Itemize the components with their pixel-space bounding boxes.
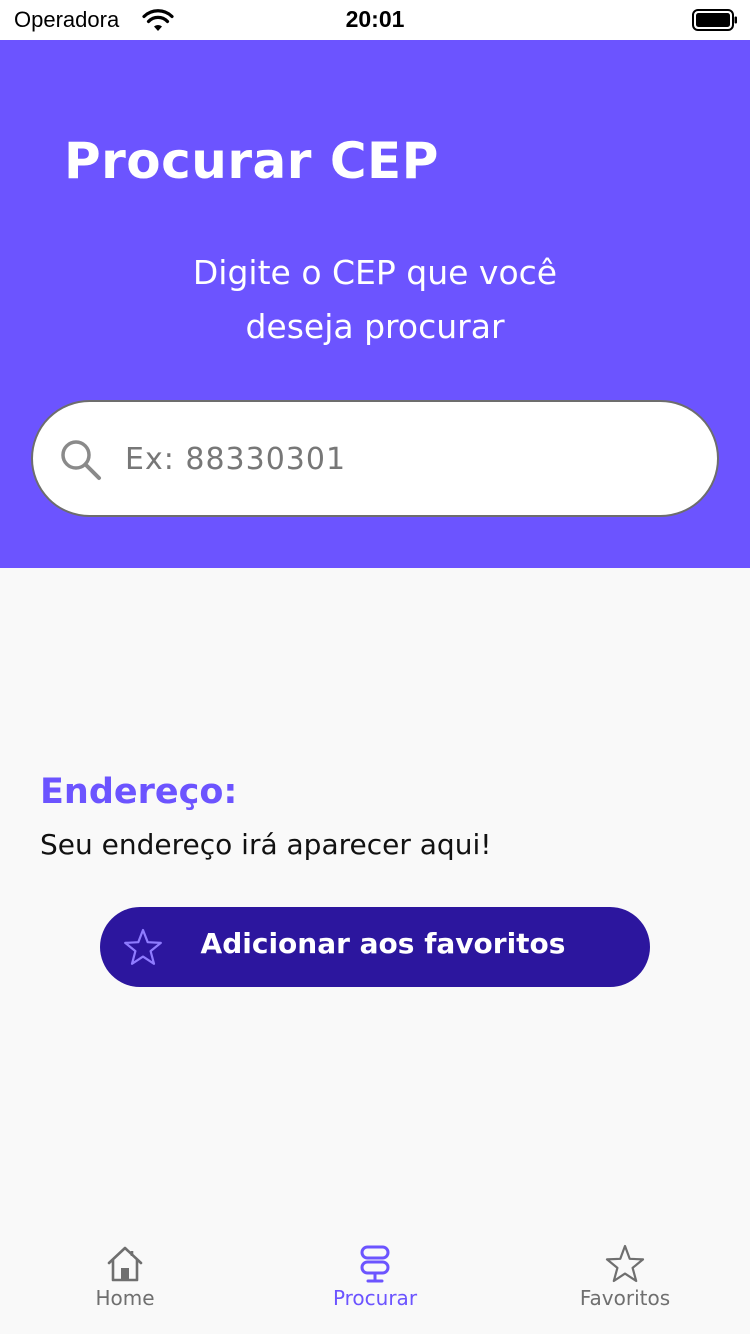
cep-input[interactable]	[125, 430, 685, 488]
nav-label-favoritos: Favoritos	[579, 1286, 671, 1310]
cep-search-box[interactable]	[31, 400, 719, 517]
add-to-favorites-label: Adicionar aos favoritos	[200, 927, 566, 960]
search-icon[interactable]	[59, 438, 103, 482]
home-icon	[107, 1246, 143, 1282]
address-result-text: Seu endereço irá aparecer aqui!	[40, 828, 492, 861]
address-heading: Endereço:	[40, 772, 238, 812]
signpost-icon	[360, 1245, 390, 1283]
star-outline-icon	[605, 1244, 645, 1283]
nav-item-home[interactable]: Home	[0, 1230, 250, 1334]
status-bar: Operadora 20:01	[0, 0, 750, 40]
nav-item-procurar[interactable]: Procurar	[250, 1230, 500, 1334]
clock: 20:01	[345, 6, 405, 32]
bottom-navigation: Home Procurar Favoritos	[0, 1230, 750, 1334]
nav-item-favoritos[interactable]: Favoritos	[500, 1230, 750, 1334]
add-to-favorites-button[interactable]: Adicionar aos favoritos	[100, 907, 650, 987]
page-title: Procurar CEP	[64, 132, 439, 190]
nav-label-home: Home	[95, 1286, 155, 1310]
page-subtitle: Digite o CEP que você deseja procurar	[192, 253, 558, 346]
nav-label-procurar: Procurar	[332, 1286, 418, 1310]
battery-icon	[692, 9, 737, 31]
header-panel: Procurar CEP Digite o CEP que você desej…	[0, 40, 750, 568]
